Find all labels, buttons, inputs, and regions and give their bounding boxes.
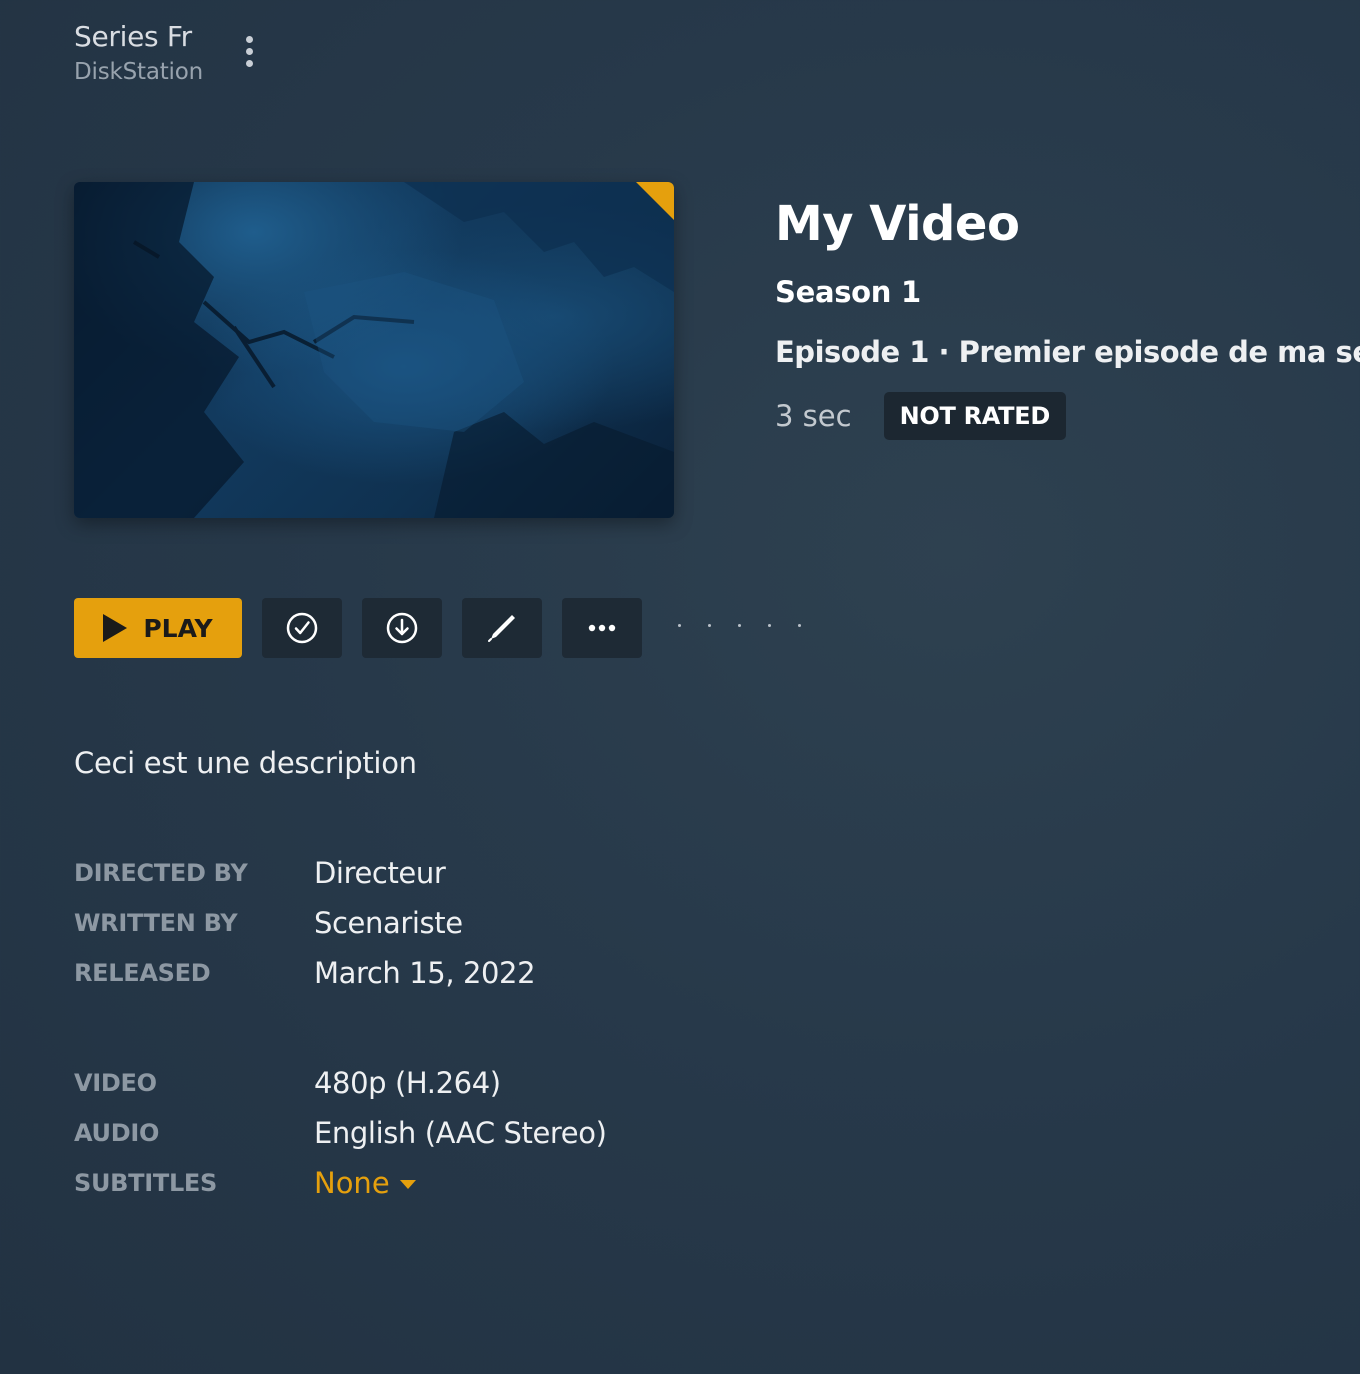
detail-label: VIDEO (74, 1069, 157, 1097)
action-bar: PLAY (74, 598, 828, 658)
detail-label: SUBTITLES (74, 1169, 218, 1197)
mark-watched-button[interactable] (262, 598, 342, 658)
unwatched-indicator (636, 182, 674, 220)
more-vertical-icon[interactable] (238, 30, 262, 74)
episode-separator: · (928, 335, 959, 369)
episode-duration: 3 sec (775, 399, 852, 433)
detail-row-released: RELEASED March 15, 2022 (74, 948, 607, 998)
episode-details: DIRECTED BY Directeur WRITTEN BY Scenari… (74, 848, 607, 1208)
episode-title: Premier episode de ma serie (958, 335, 1360, 369)
play-label: PLAY (143, 613, 213, 643)
detail-row-video: VIDEO 480p (H.264) (74, 1058, 607, 1108)
subtitles-dropdown[interactable]: None (314, 1166, 416, 1200)
server-name: DiskStation (74, 59, 203, 85)
season-link[interactable]: Season 1 (775, 272, 1355, 312)
loading-dots (678, 623, 828, 627)
play-icon (103, 614, 128, 642)
show-title[interactable]: My Video (775, 194, 1355, 254)
detail-row-audio: AUDIO English (AAC Stereo) (74, 1108, 607, 1158)
play-button[interactable]: PLAY (74, 598, 242, 658)
edit-button[interactable] (462, 598, 542, 658)
episode-title-block: My Video Season 1 Episode 1 · Premier ep… (775, 194, 1360, 440)
episode-meta: 3 sec NOT RATED (775, 392, 1355, 440)
episode-heading: Episode 1 · Premier episode de ma serie (775, 332, 1360, 372)
detail-row-subtitles: SUBTITLES None (74, 1158, 607, 1208)
writer-link[interactable]: Scenariste (314, 906, 463, 940)
content-rating-badge: NOT RATED (883, 392, 1066, 440)
subtitles-selected-value: None (314, 1166, 390, 1200)
ellipsis-icon (588, 624, 616, 632)
audio-info: English (AAC Stereo) (314, 1116, 607, 1150)
episode-thumbnail[interactable] (74, 182, 674, 518)
release-date: March 15, 2022 (314, 956, 536, 990)
episode-number: Episode 1 (775, 335, 929, 369)
detail-label: WRITTEN BY (74, 909, 238, 937)
detail-row-written-by: WRITTEN BY Scenariste (74, 898, 607, 948)
pencil-icon (488, 615, 515, 642)
director-link[interactable]: Directeur (314, 856, 446, 890)
detail-label: DIRECTED BY (74, 859, 248, 887)
download-button[interactable] (362, 598, 442, 658)
library-header: Series Fr DiskStation (74, 18, 203, 88)
detail-label: AUDIO (74, 1119, 160, 1147)
video-info: 480p (H.264) (314, 1066, 501, 1100)
detail-row-directed-by: DIRECTED BY Directeur (74, 848, 607, 898)
check-circle-icon (286, 612, 318, 644)
detail-label: RELEASED (74, 959, 211, 987)
thumbnail-art (74, 182, 674, 518)
episode-description: Ceci est une description (74, 746, 417, 780)
library-name[interactable]: Series Fr (74, 18, 203, 56)
more-options-button[interactable] (562, 598, 642, 658)
caret-down-icon (399, 1179, 416, 1189)
download-icon (386, 612, 418, 644)
